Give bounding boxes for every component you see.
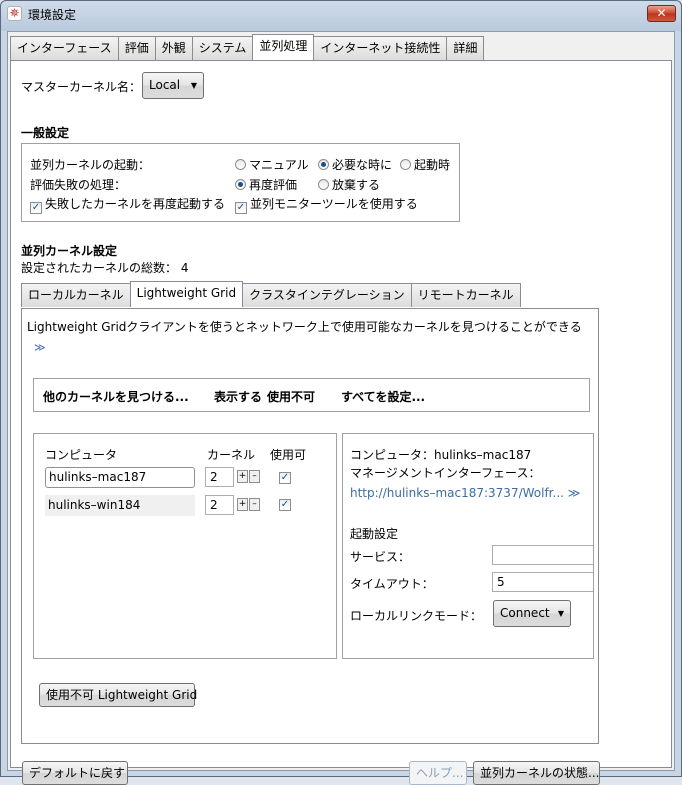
minus-icon[interactable]: – <box>249 498 260 511</box>
link-mode-select[interactable]: Connect ▼ <box>493 600 571 627</box>
lightweight-grid-panel: Lightweight Gridクライアントを使うとネットワーク上で使用可能なカ… <box>21 308 599 744</box>
kernel-count-text: 設定されたカーネルの総数： 4 <box>21 261 189 275</box>
detail-computer-name: コンピュータ：hulinks–mac187 <box>350 448 532 462</box>
radio-startup-on-demand[interactable]: 必要な時に <box>318 156 392 173</box>
checkmark-icon: ✓ <box>279 472 291 484</box>
plus-icon[interactable]: + <box>237 498 248 511</box>
chevron-down-icon: ▼ <box>557 609 564 618</box>
master-kernel-value: Local <box>149 78 181 92</box>
general-settings-group: 並列カーネルの起動： マニュアル 必要な時に 起動時 評価失敗の処理： 再度評価… <box>21 143 460 222</box>
checkbox-restart-failed[interactable]: ✓ 失敗したカーネルを再度起動する <box>30 195 225 214</box>
radio-startup-at-launch[interactable]: 起動時 <box>400 156 450 173</box>
more-info-icon[interactable]: ≫ <box>34 341 46 354</box>
link-mode-label: ローカルリンクモード： <box>350 609 483 623</box>
column-header-computer: コンピュータ <box>45 448 118 462</box>
general-settings-heading: 一般設定 <box>21 126 70 140</box>
tab-interface[interactable]: インターフェース <box>10 36 119 60</box>
mathematica-star-icon: ✵ <box>7 6 22 21</box>
kernel-count-field[interactable]: 2 <box>205 495 234 515</box>
failure-label: 評価失敗の処理： <box>30 178 127 192</box>
checkmark-icon: ✓ <box>279 499 291 511</box>
preferences-window: ✵ 環境設定 ✕ インターフェース 評価 外観 システム 並列処理 インターネッ… <box>0 0 682 785</box>
reset-defaults-button[interactable]: デフォルトに戻す <box>22 761 128 785</box>
computer-detail-panel: コンピュータ：hulinks–mac187 マネージメントインターフェース： h… <box>342 433 594 659</box>
tab-local-kernels[interactable]: ローカルカーネル <box>21 283 131 307</box>
kernel-count-field[interactable]: 2 <box>205 467 234 487</box>
plus-icon[interactable]: + <box>237 470 248 483</box>
master-kernel-select[interactable]: Local ▼ <box>142 72 204 99</box>
tab-advanced[interactable]: 詳細 <box>446 36 485 60</box>
parallel-tab-panel: マスターカーネル名： Local ▼ 一般設定 並列カーネルの起動： マニュアル… <box>10 60 672 785</box>
show-button[interactable]: 表示する <box>214 388 262 405</box>
radio-dot-selected-icon <box>235 179 246 190</box>
minus-icon[interactable]: – <box>249 470 260 483</box>
radio-dot-icon <box>318 179 329 190</box>
tab-system[interactable]: システム <box>191 36 254 60</box>
tab-appearance[interactable]: 外観 <box>154 36 193 60</box>
checkmark-icon: ✓ <box>235 202 247 214</box>
configure-all-button[interactable]: すべてを設定... <box>341 388 425 405</box>
service-label: サービス： <box>350 550 411 564</box>
startup-settings-heading: 起動設定 <box>350 527 399 541</box>
disable-lightweight-grid-button[interactable]: 使用不可 Lightweight Grid <box>39 683 197 707</box>
radio-dot-icon <box>235 159 246 170</box>
more-info-icon[interactable]: ≫ <box>568 486 581 500</box>
window-client-area: インターフェース 評価 外観 システム 並列処理 インターネット接続性 詳細 マ… <box>7 31 675 785</box>
computer-row-selected[interactable]: hulinks–mac187 <box>45 467 195 488</box>
tab-internet[interactable]: インターネット接続性 <box>313 36 448 60</box>
tab-parallel[interactable]: 並列処理 <box>252 34 315 60</box>
window-title: 環境設定 <box>28 8 77 22</box>
radio-dot-selected-icon <box>318 159 329 170</box>
service-field[interactable] <box>492 545 593 565</box>
radio-failure-retry[interactable]: 再度評価 <box>235 176 297 193</box>
grid-toolbar: 他のカーネルを見つける... 表示する 使用不可 すべてを設定... <box>33 378 590 412</box>
computer-row[interactable]: hulinks–win184 <box>45 495 195 516</box>
master-kernel-label: マスターカーネル名： <box>21 80 142 94</box>
checkbox-enabled-row[interactable]: ✓ <box>279 494 294 511</box>
checkbox-enabled-row[interactable]: ✓ <box>279 467 294 484</box>
tab-remote-kernels[interactable]: リモートカーネル <box>410 283 521 307</box>
timeout-label: タイムアウト： <box>350 577 434 591</box>
tab-evaluation[interactable]: 評価 <box>117 36 156 60</box>
kernel-settings-heading: 並列カーネル設定 <box>21 244 118 258</box>
main-tab-bar: インターフェース 評価 外観 システム 並列処理 インターネット接続性 詳細 <box>10 34 485 60</box>
radio-startup-manual[interactable]: マニュアル <box>235 156 309 173</box>
tab-cluster-integration[interactable]: クラスタインテグレーション <box>242 283 412 307</box>
timeout-field[interactable]: 5 <box>492 572 593 592</box>
mgmt-interface-link[interactable]: http://hulinks–mac187:3737/Wolfr... ≫ <box>350 486 580 500</box>
kernel-tab-bar: ローカルカーネル Lightweight Grid クラスタインテグレーション … <box>21 281 521 307</box>
find-kernels-button[interactable]: 他のカーネルを見つける... <box>43 388 189 405</box>
column-header-kernels: カーネル <box>207 448 256 462</box>
link-mode-value: Connect <box>500 606 550 620</box>
title-bar[interactable]: ✵ 環境設定 ✕ <box>1 1 681 27</box>
close-button[interactable]: ✕ <box>647 5 676 22</box>
mgmt-interface-label: マネージメントインターフェース： <box>350 466 541 480</box>
radio-dot-icon <box>400 159 411 170</box>
grid-description: Lightweight Gridクライアントを使うとネットワーク上で使用可能なカ… <box>27 320 582 334</box>
checkmark-icon: ✓ <box>30 202 42 214</box>
column-header-enabled: 使用可 <box>270 448 307 462</box>
startup-label: 並列カーネルの起動： <box>30 158 151 172</box>
tab-lightweight-grid[interactable]: Lightweight Grid <box>129 281 244 307</box>
disable-button[interactable]: 使用不可 <box>267 388 315 405</box>
radio-failure-abandon[interactable]: 放棄する <box>318 176 380 193</box>
checkbox-monitor-tool[interactable]: ✓ 並列モニターツールを使用する <box>235 195 418 214</box>
help-button: ヘルプ... <box>409 761 467 785</box>
computer-list: コンピュータ カーネル 使用可 hulinks–mac187 2 + – ✓ h… <box>33 433 337 659</box>
chevron-down-icon: ▼ <box>190 81 197 90</box>
kernel-status-button[interactable]: 並列カーネルの状態... <box>473 761 600 785</box>
